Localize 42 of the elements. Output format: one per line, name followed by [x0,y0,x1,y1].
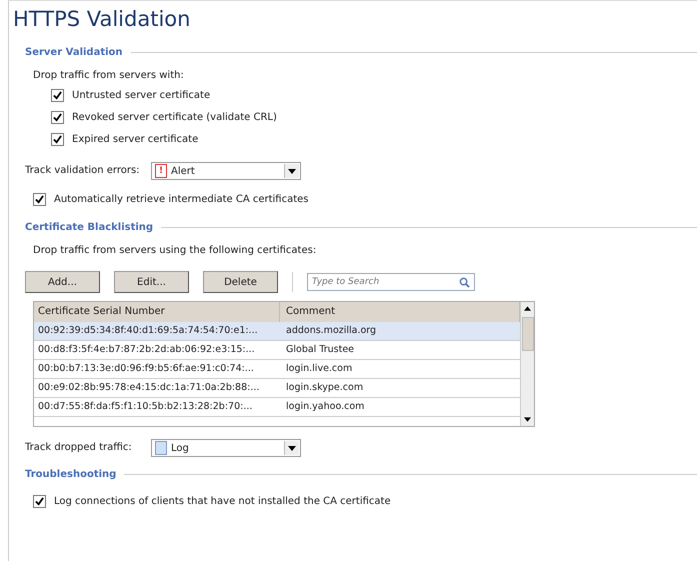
checkbox[interactable]: Untrusted server certificate [51,84,697,106]
checkmark-icon [35,194,44,204]
description-text: Drop traffic from servers using the following certificates: [33,244,318,258]
section-heading: Server Validation [25,47,123,58]
page-title: HTTPS Validation [12,6,192,33]
checkbox[interactable]: Expired server certificate [51,128,697,150]
toolbar-button[interactable]: Edit... [114,271,189,293]
table-cell-text: addons.mozilla.org [285,324,378,338]
table-cell-text: 00:92:39:d5:34:8f:40:d1:69:5a:74:54:70:e1:... [37,324,259,338]
log-dropdown[interactable]: Log [151,439,301,457]
field-label: Track validation errors: [25,164,141,178]
table-cell-text: login.skype.com [285,381,364,395]
checkbox[interactable]: Log connections of clients that have not installed the CA certificate [33,490,697,512]
toolbar-button[interactable]: Delete [203,271,278,293]
alert-dropdown[interactable]: ! Alert [151,162,301,180]
scrollbar[interactable] [520,302,534,426]
checkmark-icon [53,112,62,122]
document-icon [155,441,167,455]
field-label: Track dropped traffic: [25,441,133,455]
scrollbar-thumb[interactable] [522,317,534,351]
search-icon [459,277,470,288]
table-cell-text: 00:b0:b7:13:3e:d0:96:f9:b5:6f:ae:91:c0:74:... [37,362,255,376]
alert-icon: ! [155,164,167,178]
table-cell-text: 00:d7:55:8f:da:f5:f1:10:5b:b2:13:28:2b:70:... [37,400,254,414]
scroll-down-arrow-icon[interactable] [524,417,531,422]
toolbar-button[interactable]: Add... [25,271,100,293]
section-heading: Troubleshooting [25,469,116,480]
table-row[interactable]: 00:92:39:d5:34:8f:40:d1:69:5a:74:54:70:e1:... addons.mozilla.org [34,322,520,341]
scroll-up-arrow-icon[interactable] [524,306,531,311]
search-field[interactable]: Type to Search [307,273,475,291]
section-heading: Certificate Blacklisting [25,222,154,233]
checkmark-icon [53,134,62,144]
table-cell-text: login.live.com [285,362,354,376]
table-cell-text: 00:e9:02:8b:95:78:e4:15:dc:1a:71:0a:2b:88:... [37,381,260,395]
checkbox[interactable]: Automatically retrieve intermediate CA certificates [33,188,697,210]
description-text: Drop traffic from servers with: [33,69,185,83]
table-cell-text: login.yahoo.com [285,400,366,414]
checkmark-icon [35,496,44,506]
checkmark-icon [53,90,62,100]
table-cell-text: 00:d8:f3:5f:4e:b7:87:2b:2d:ab:06:92:e3:15:... [37,343,256,357]
table-cell-text: Global Trustee [285,343,356,357]
checkbox[interactable]: Revoked server certificate (validate CRL) [51,106,697,128]
